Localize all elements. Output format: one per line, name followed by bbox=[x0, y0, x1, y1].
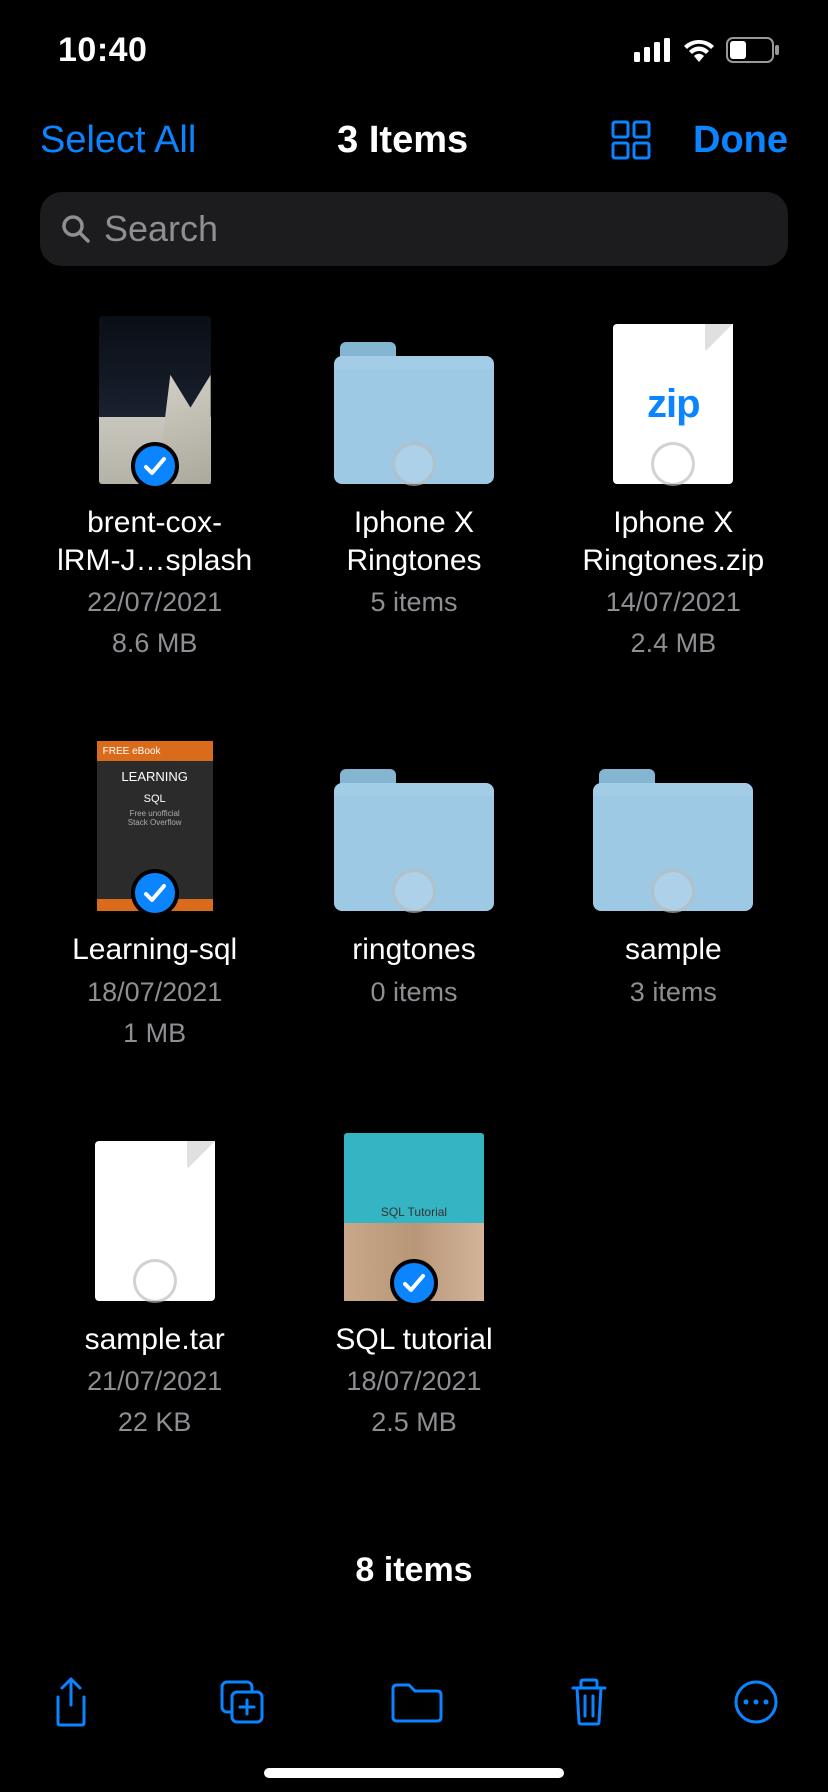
trash-icon[interactable] bbox=[567, 1676, 611, 1728]
file-item[interactable]: Iphone XRingtones 5 items bbox=[289, 314, 538, 661]
cellular-icon bbox=[634, 38, 672, 62]
file-name: Iphone XRingtones bbox=[346, 504, 481, 579]
share-icon[interactable] bbox=[48, 1675, 94, 1729]
file-name: Learning-sql bbox=[72, 931, 237, 969]
select-all-button[interactable]: Select All bbox=[40, 119, 196, 162]
selection-circle[interactable] bbox=[651, 869, 695, 913]
view-grid-icon[interactable] bbox=[609, 118, 653, 162]
duplicate-icon[interactable] bbox=[216, 1676, 268, 1728]
file-grid: brent-cox-lRM-J…splash 22/07/2021 8.6 MB… bbox=[0, 274, 828, 1441]
battery-icon bbox=[726, 37, 780, 63]
bottom-toolbar bbox=[0, 1652, 828, 1752]
file-size: 8.6 MB bbox=[112, 626, 198, 661]
file-item[interactable]: zip Iphone XRingtones.zip 14/07/2021 2.4… bbox=[549, 314, 798, 661]
status-icons bbox=[634, 37, 780, 63]
file-item[interactable]: brent-cox-lRM-J…splash 22/07/2021 8.6 MB bbox=[30, 314, 279, 661]
file-item[interactable]: FREE eBook LEARNING SQL Free unofficial … bbox=[30, 741, 279, 1051]
more-icon[interactable] bbox=[732, 1678, 780, 1726]
file-name: sample bbox=[625, 931, 722, 969]
file-date: 22/07/2021 bbox=[87, 585, 222, 620]
page-title: 3 Items bbox=[337, 119, 468, 162]
selection-circle[interactable] bbox=[651, 442, 695, 486]
file-item[interactable]: sample 3 items bbox=[549, 741, 798, 1051]
file-date: 18/07/2021 bbox=[346, 1364, 481, 1399]
file-count: 3 items bbox=[630, 975, 717, 1010]
move-folder-icon[interactable] bbox=[389, 1679, 445, 1725]
done-button[interactable]: Done bbox=[693, 119, 788, 162]
total-items-label: 8 items bbox=[0, 1551, 828, 1590]
status-bar: 10:40 bbox=[0, 0, 828, 100]
file-count: 0 items bbox=[370, 975, 457, 1010]
file-size: 2.5 MB bbox=[371, 1405, 457, 1440]
search-icon bbox=[60, 213, 92, 245]
selected-check-icon[interactable] bbox=[131, 442, 179, 490]
file-size: 2.4 MB bbox=[631, 626, 717, 661]
home-indicator[interactable] bbox=[264, 1768, 564, 1778]
file-size: 1 MB bbox=[123, 1016, 186, 1051]
file-name: SQL tutorial bbox=[335, 1321, 492, 1359]
wifi-icon bbox=[682, 38, 716, 62]
selection-circle[interactable] bbox=[392, 442, 436, 486]
selection-circle[interactable] bbox=[133, 1259, 177, 1303]
selected-check-icon[interactable] bbox=[131, 869, 179, 917]
file-name: sample.tar bbox=[85, 1321, 225, 1359]
file-item[interactable]: ringtones 0 items bbox=[289, 741, 538, 1051]
selection-circle[interactable] bbox=[392, 869, 436, 913]
status-time: 10:40 bbox=[58, 31, 147, 70]
search-placeholder: Search bbox=[104, 208, 218, 250]
search-input[interactable]: Search bbox=[40, 192, 788, 266]
file-item[interactable]: SQL Tutorial SQL tutorial 18/07/2021 2.5… bbox=[289, 1131, 538, 1441]
file-name: ringtones bbox=[352, 931, 475, 969]
file-date: 18/07/2021 bbox=[87, 975, 222, 1010]
file-count: 5 items bbox=[370, 585, 457, 620]
nav-bar: Select All 3 Items Done bbox=[0, 100, 828, 180]
file-name: Iphone XRingtones.zip bbox=[582, 504, 764, 579]
selected-check-icon[interactable] bbox=[390, 1259, 438, 1307]
file-size: 22 KB bbox=[118, 1405, 192, 1440]
file-date: 21/07/2021 bbox=[87, 1364, 222, 1399]
file-date: 14/07/2021 bbox=[606, 585, 741, 620]
file-name: brent-cox-lRM-J…splash bbox=[57, 504, 252, 579]
file-item[interactable]: sample.tar 21/07/2021 22 KB bbox=[30, 1131, 279, 1441]
